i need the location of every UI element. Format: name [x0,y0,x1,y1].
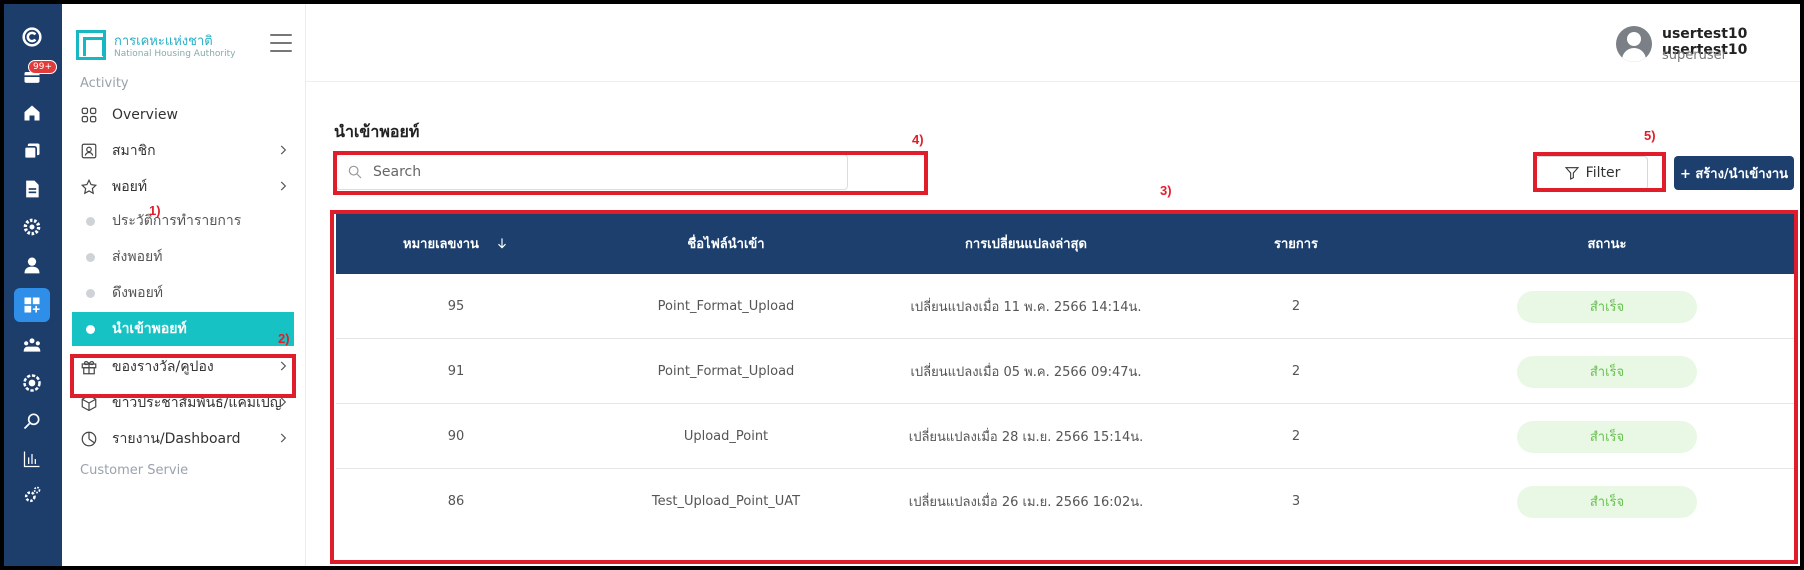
annotation-box-4 [333,151,928,195]
group-icon[interactable] [14,328,50,362]
document-icon[interactable] [14,172,50,206]
dot-icon [86,324,95,334]
create-import-button[interactable]: + สร้าง/นำเข้างาน [1674,156,1794,190]
avatar[interactable] [1616,26,1652,62]
sidebar-subitem-send-points[interactable]: ส่งพอยท์ [72,240,294,274]
sidebar-item-members[interactable]: สมาชิก [72,134,294,168]
sidebar-subitem-import-points[interactable]: นำเข้าพอยท์ [72,312,294,346]
sidebar-item-points[interactable]: พอยท์ [72,170,294,204]
home-icon[interactable] [14,96,50,130]
sidebar-subitem-history[interactable]: ประวัติการทำรายการ [72,204,294,238]
nha-logo [76,30,106,60]
id-card-icon [78,140,100,162]
sidebar: การเคหะแห่งชาติ National Housing Authori… [62,4,306,566]
sidebar-item-label: พอยท์ [112,179,148,195]
notification-badge: 99+ [28,60,57,74]
sidebar-subitem-label: นำเข้าพอยท์ [112,321,187,337]
dot-icon [86,252,95,262]
annotation-label-4: 4) [912,132,924,147]
c-logo-icon[interactable] [14,20,50,54]
sidebar-subitem-label: ดึงพอยท์ [112,285,163,301]
section-label-activity: Activity [80,76,129,91]
pie-chart-icon [78,428,100,450]
sidebar-item-label: รายงาน/Dashboard [112,431,241,447]
icon-rail: 99+ [4,4,62,566]
annotation-label-1: 1) [149,203,161,218]
hamburger-menu-icon[interactable] [270,34,292,52]
sidebar-subitem-pull-points[interactable]: ดึงพอยท์ [72,276,294,310]
page-title: นำเข้าพอยท์ [334,122,420,141]
gear-icon[interactable] [14,478,50,512]
sidebar-item-label: สมาชิก [112,143,156,159]
user-role: superuser [1662,48,1727,63]
bar-chart-icon[interactable] [14,442,50,476]
annotation-box-5 [1533,152,1666,192]
search-icon[interactable] [14,404,50,438]
annotation-label-2: 2) [278,331,290,346]
sidebar-subitem-label: ประวัติการทำรายการ [112,213,242,229]
annotation-box-2 [70,354,296,398]
chevron-right-icon [280,145,287,155]
sidebar-item-overview[interactable]: Overview [72,98,294,132]
annotation-label-5: 5) [1644,128,1656,143]
screen-frame: 99+ การเคหะแห่งชาติ National Housing Aut… [0,0,1804,570]
sidebar-subitem-label: ส่งพอยท์ [112,249,163,265]
top-bar: usertest10 usertest10 superuser [306,4,1800,82]
chevron-right-icon [280,433,287,443]
sidebar-item-label: Overview [112,107,178,123]
sidebar-item-reports[interactable]: รายงาน/Dashboard [72,422,294,456]
dashboard-icon[interactable] [14,288,50,322]
dot-icon [86,288,95,298]
star-icon [78,176,100,198]
badge-icon[interactable] [14,366,50,400]
chevron-right-icon [280,181,287,191]
logo-title: การเคหะแห่งชาติ [114,34,213,49]
grid-icon [78,104,100,126]
dot-icon [86,216,95,226]
annotation-box-3 [330,210,1798,564]
user-icon[interactable] [14,248,50,282]
section-label-customer-service: Customer Servie [80,463,189,478]
settings-icon[interactable] [14,210,50,244]
copy-icon[interactable] [14,134,50,168]
logo-subtitle: National Housing Authority [114,49,236,59]
annotation-label-3: 3) [1160,183,1172,198]
